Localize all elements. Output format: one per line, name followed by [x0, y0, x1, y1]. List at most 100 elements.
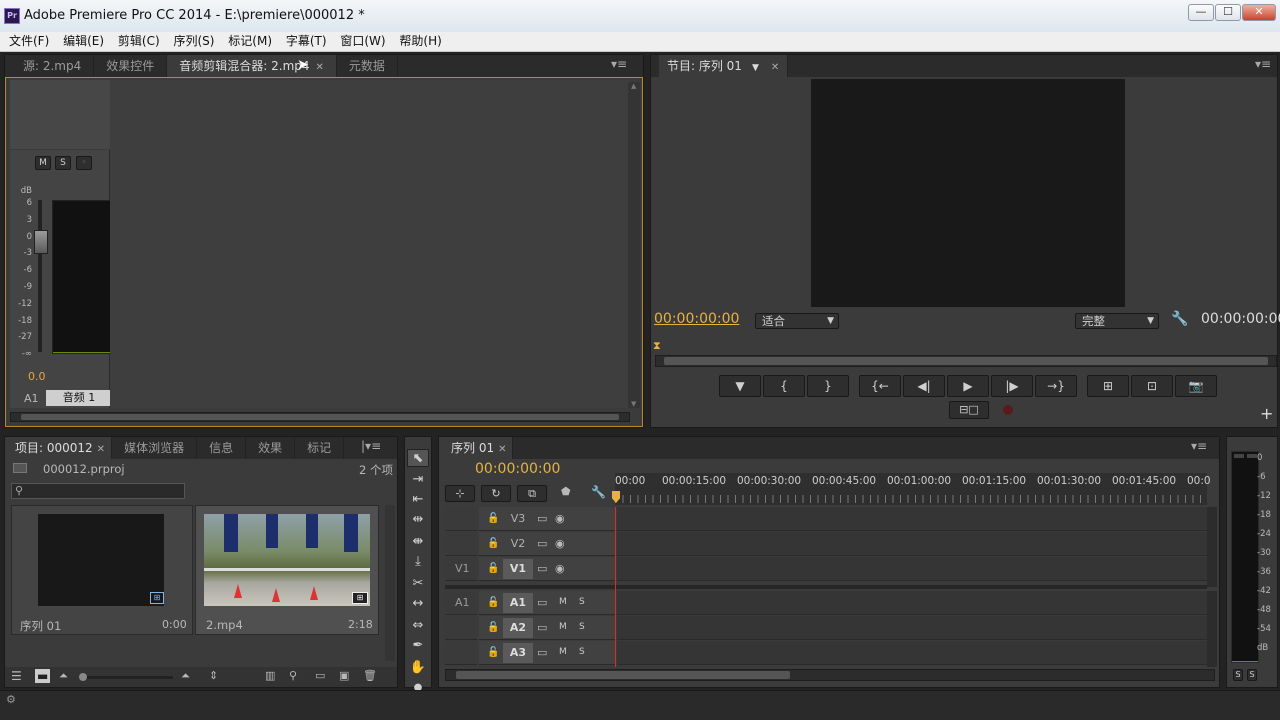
step-forward-button[interactable]: |▶: [991, 375, 1033, 397]
lock-icon[interactable]: 🔓: [487, 622, 499, 633]
source-patch-label[interactable]: V1: [455, 562, 470, 575]
extract-button[interactable]: ⊡: [1131, 375, 1173, 397]
source-patch-cell[interactable]: [445, 532, 477, 556]
panel-menu-icon[interactable]: ▾≡: [611, 57, 627, 71]
voice-over-record-icon[interactable]: ▭: [537, 646, 547, 659]
zoom-tool-icon[interactable]: ●: [407, 679, 429, 693]
rate-stretch-tool-icon[interactable]: ⇼: [407, 533, 429, 551]
tab-effect-controls[interactable]: 效果控件: [94, 55, 168, 77]
close-tab-icon[interactable]: ✕: [97, 444, 105, 455]
source-patch-cell[interactable]: [445, 507, 477, 531]
track-content[interactable]: [617, 591, 1207, 615]
voice-over-record-icon[interactable]: ▭: [537, 621, 547, 634]
mute-button[interactable]: M: [35, 156, 51, 170]
menu-clip[interactable]: 剪辑(C): [113, 32, 165, 51]
panel-menu-icon[interactable]: |▾≡: [361, 439, 381, 453]
mark-in-button[interactable]: {: [763, 375, 805, 397]
timeline-timecode[interactable]: 00:00:00:00: [475, 461, 560, 477]
audio-tracks-scrollbar[interactable]: [1207, 591, 1217, 667]
razor-tool-icon[interactable]: ✂: [407, 575, 429, 593]
sort-icon[interactable]: ⇕: [209, 669, 218, 682]
tab-effects[interactable]: 效果: [246, 437, 296, 459]
close-tab-icon[interactable]: ✕: [771, 62, 779, 73]
menu-sequence[interactable]: 序列(S): [168, 32, 219, 51]
panel-menu-icon[interactable]: ▾≡: [1255, 57, 1271, 71]
tab-markers[interactable]: 标记: [295, 437, 345, 459]
dropdown-arrow-icon[interactable]: ▼: [752, 63, 759, 73]
source-patch-cell[interactable]: [445, 641, 477, 665]
playhead-marker-icon[interactable]: ⧗: [653, 339, 665, 352]
program-timecode[interactable]: 00:00:00:00: [654, 311, 739, 327]
menu-title[interactable]: 字幕(T): [281, 32, 332, 51]
new-item-icon[interactable]: ▣: [339, 669, 349, 682]
solo-right-button[interactable]: S: [1247, 669, 1257, 681]
track-output-icon[interactable]: ▭: [537, 562, 547, 575]
mute-track-button[interactable]: M: [559, 622, 567, 632]
eye-icon[interactable]: ◉: [555, 537, 565, 550]
list-view-icon[interactable]: ☰: [11, 669, 22, 683]
solo-track-button[interactable]: S: [579, 622, 585, 632]
mark-out-button[interactable]: }: [807, 375, 849, 397]
search-input[interactable]: ⚲: [11, 483, 185, 499]
zoom-out-icon[interactable]: ⏶: [59, 669, 68, 683]
track-name-field[interactable]: 音频 1: [46, 390, 112, 406]
program-zoom-bar[interactable]: [655, 355, 1277, 367]
pen-tool-icon[interactable]: ✒: [407, 637, 429, 655]
project-item-clip[interactable]: ⊞ 2.mp4 2:18: [195, 505, 379, 635]
lock-icon[interactable]: 🔓: [487, 563, 499, 574]
quality-select[interactable]: 完整 ▼: [1075, 313, 1159, 329]
linked-selection-icon[interactable]: ↻: [481, 485, 511, 502]
tab-project[interactable]: 项目: 000012 ✕: [5, 437, 113, 459]
track-name[interactable]: V3: [503, 509, 533, 529]
source-patch-label[interactable]: A1: [455, 596, 470, 609]
lift-button[interactable]: ⊞: [1087, 375, 1129, 397]
menu-file[interactable]: 文件(F): [4, 32, 54, 51]
track-name[interactable]: A2: [503, 618, 533, 638]
maximize-button[interactable]: ☐: [1215, 4, 1241, 21]
lock-icon[interactable]: 🔓: [487, 647, 499, 658]
tab-audio-clip-mixer[interactable]: 音频剪辑混合器: 2.mp4 ✕: [167, 55, 337, 77]
slip-tool-icon[interactable]: ↔: [407, 595, 429, 613]
lock-icon[interactable]: 🔓: [487, 597, 499, 608]
automate-to-sequence-icon[interactable]: ▥: [265, 669, 275, 682]
menu-help[interactable]: 帮助(H): [394, 32, 446, 51]
eye-icon[interactable]: ◉: [555, 562, 565, 575]
zoom-in-icon[interactable]: ⏶: [181, 669, 190, 683]
track-content[interactable]: [617, 557, 1207, 581]
close-tab-icon[interactable]: ✕: [316, 62, 324, 73]
solo-left-button[interactable]: S: [1233, 669, 1243, 681]
timeline-horizontal-scrollbar[interactable]: [445, 669, 1215, 681]
solo-track-button[interactable]: S: [579, 647, 585, 657]
hand-tool-icon[interactable]: ✋: [407, 659, 429, 677]
selection-tool-icon[interactable]: ⬉: [407, 449, 429, 467]
search-text[interactable]: [28, 484, 178, 498]
tab-info[interactable]: 信息: [197, 437, 247, 459]
go-to-out-button[interactable]: →}: [1035, 375, 1077, 397]
track-content[interactable]: [617, 641, 1207, 665]
eye-icon[interactable]: ◉: [555, 512, 565, 525]
menu-window[interactable]: 窗口(W): [335, 32, 390, 51]
delete-icon[interactable]: 🗑: [363, 669, 377, 682]
tab-sequence[interactable]: 序列 01 ✕: [439, 437, 514, 459]
rate-tool-icon[interactable]: ⤓: [407, 553, 429, 571]
volume-fader-handle[interactable]: [34, 230, 48, 254]
source-patch-cell[interactable]: [445, 616, 477, 640]
time-ruler[interactable]: 00:00 00:00:15:00 00:00:30:00 00:00:45:00 00…: [612, 473, 1211, 505]
project-scrollbar[interactable]: [385, 505, 395, 661]
close-tab-icon[interactable]: ✕: [498, 444, 506, 455]
project-item-sequence[interactable]: ⊞ 序列 01 0:00: [11, 505, 193, 635]
video-tracks-scrollbar[interactable]: [1207, 507, 1217, 587]
marker-icon[interactable]: ⬟: [561, 485, 571, 498]
vertical-scrollbar[interactable]: ▲ ▼: [628, 82, 640, 408]
track-content[interactable]: [617, 532, 1207, 556]
lock-icon[interactable]: 🔓: [487, 538, 499, 549]
minimize-button[interactable]: —: [1188, 4, 1214, 21]
status-icon[interactable]: ⚙: [6, 693, 16, 706]
close-button[interactable]: ✕: [1242, 4, 1276, 21]
solo-track-button[interactable]: S: [579, 597, 585, 607]
program-video-display[interactable]: [811, 79, 1125, 307]
lock-icon[interactable]: 🔓: [487, 513, 499, 524]
slide-tool-icon[interactable]: ⇔: [407, 617, 429, 635]
mute-track-button[interactable]: M: [559, 647, 567, 657]
step-back-button[interactable]: ◀|: [903, 375, 945, 397]
